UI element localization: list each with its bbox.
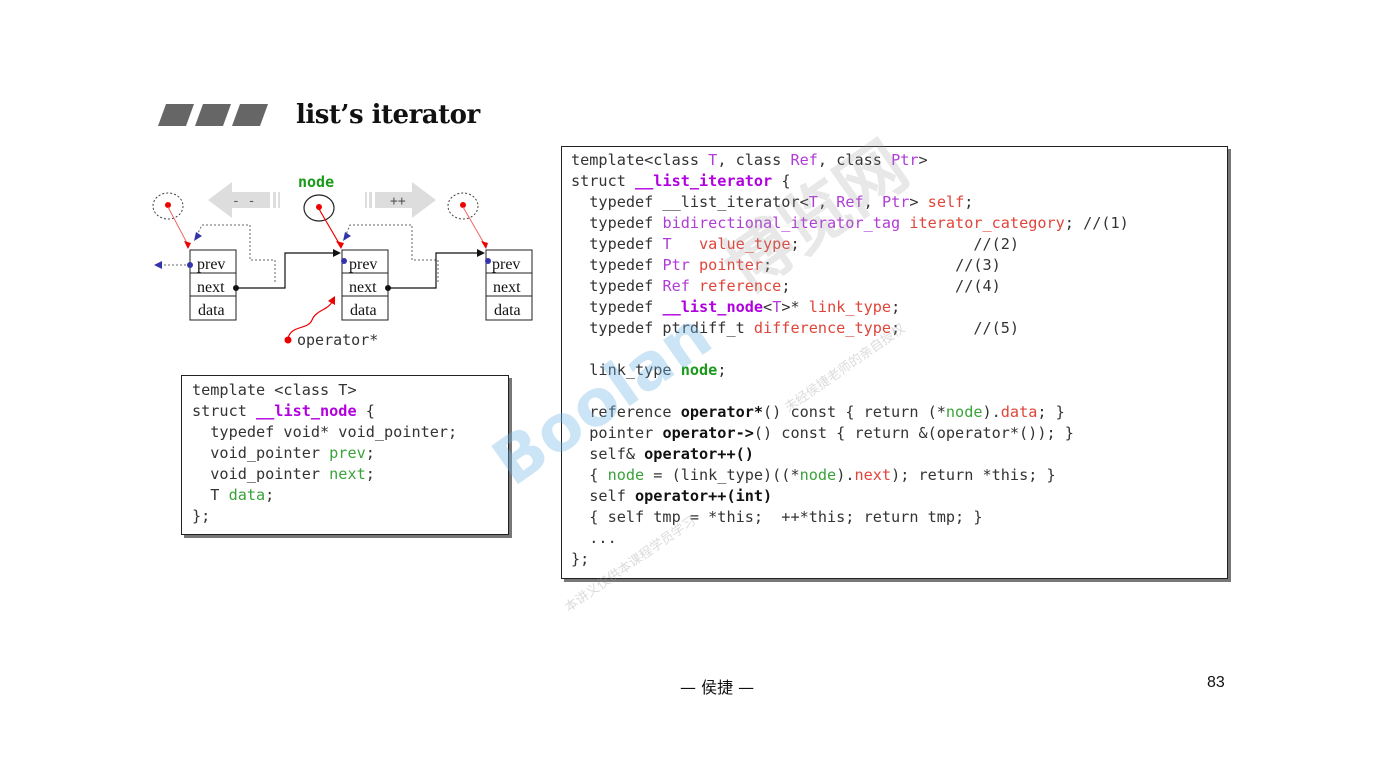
svg-text:prev: prev xyxy=(349,256,377,273)
svg-text:prev: prev xyxy=(197,256,225,273)
node-label: node xyxy=(298,173,334,191)
list-iterator-diagram: - - ++ node prev next data prev next dat… xyxy=(152,173,533,349)
svg-text:prev: prev xyxy=(492,256,520,273)
title-bars-icon xyxy=(158,104,268,126)
svg-text:next: next xyxy=(197,279,225,296)
svg-text:next: next xyxy=(493,279,521,296)
cloud-left-icon xyxy=(152,192,184,220)
list-node-center: prev next data xyxy=(341,249,389,321)
page-number: 83 xyxy=(1207,674,1225,691)
cloud-right-icon xyxy=(447,192,479,220)
increment-label: ++ xyxy=(390,194,406,209)
svg-text:data: data xyxy=(198,302,225,319)
svg-text:next: next xyxy=(349,279,377,296)
list-node-code: template <class T> struct __list_node { … xyxy=(192,381,458,525)
list-node-right: prev next data xyxy=(485,249,533,321)
cloud-center-icon xyxy=(303,194,335,222)
page-title: list’s iterator xyxy=(296,100,480,130)
list-node-left: prev next data xyxy=(187,249,237,321)
svg-text:data: data xyxy=(350,302,377,319)
operator-star-label: operator* xyxy=(297,331,378,349)
svg-text:data: data xyxy=(494,302,521,319)
decrement-label: - - xyxy=(232,194,255,209)
footer-author: — 侯捷 — xyxy=(680,678,755,697)
